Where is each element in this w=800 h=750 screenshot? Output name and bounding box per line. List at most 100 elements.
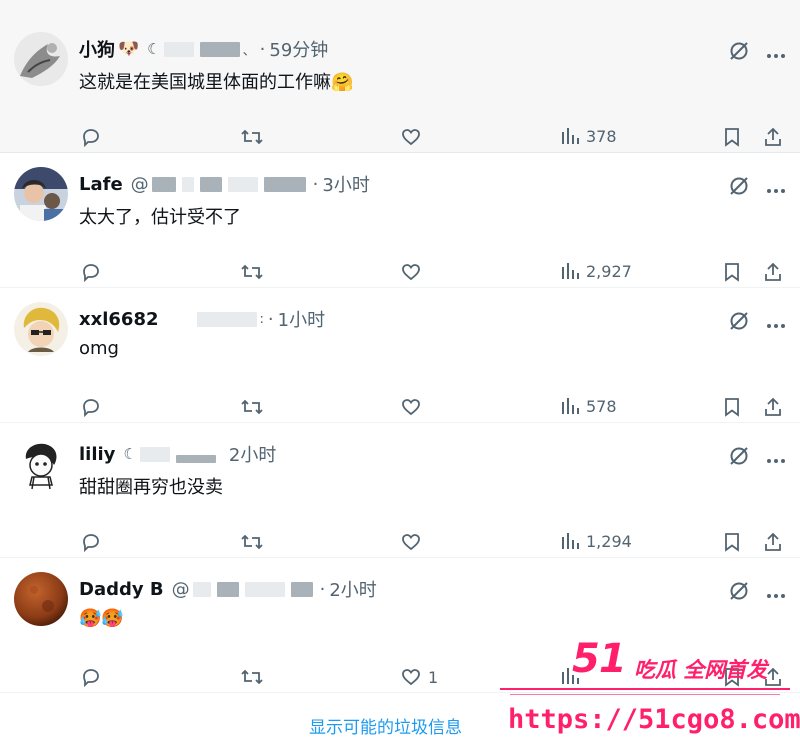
text-emoji: 🥵🥵 [79, 608, 124, 629]
tweet-text-content: 这就是在美国城里体面的工作嘛 [79, 72, 331, 93]
tweet-top-actions [728, 310, 786, 336]
bookmark-button[interactable] [722, 126, 742, 148]
tweet-actions: 1,294 [80, 531, 786, 559]
views-button[interactable]: 378 [560, 126, 617, 146]
watermark-divider [500, 688, 790, 690]
reply-tweet[interactable]: xxl6682 : · 1小时 omg 578 [0, 288, 800, 423]
retweet-icon [241, 399, 263, 415]
views-button[interactable]: 2,927 [560, 261, 632, 281]
reply-button[interactable] [80, 126, 102, 148]
avatar[interactable] [14, 167, 68, 221]
redacted-handle [199, 176, 222, 192]
tweet-time[interactable]: 2小时 [229, 441, 276, 467]
retweet-button[interactable] [240, 261, 264, 283]
view-count: 378 [586, 126, 617, 146]
grok-icon[interactable] [728, 445, 750, 471]
user-name[interactable]: Daddy B [79, 579, 164, 600]
user-name[interactable]: xxl6682 [79, 309, 159, 330]
more-icon[interactable] [766, 179, 786, 198]
user-handle[interactable]: @ [172, 579, 316, 600]
moon-icon: ☾ [123, 445, 137, 463]
retweet-button[interactable] [240, 396, 264, 418]
like-icon [402, 399, 420, 416]
user-handle[interactable]: ☾ 、 [147, 40, 255, 59]
share-button[interactable] [762, 531, 784, 553]
reply-button[interactable] [80, 261, 102, 283]
user-handle[interactable]: : [167, 311, 264, 327]
bookmark-icon [725, 128, 739, 147]
share-button[interactable] [762, 126, 784, 148]
retweet-icon [241, 129, 263, 145]
views-icon [562, 263, 579, 279]
user-handle[interactable]: @ [131, 174, 309, 195]
retweet-icon [241, 669, 263, 685]
feed-top-edge [0, 0, 800, 18]
grok-icon[interactable] [728, 40, 750, 66]
share-button[interactable] [762, 261, 784, 283]
retweet-button[interactable] [240, 126, 264, 148]
bookmark-icon [725, 398, 739, 417]
more-icon[interactable] [766, 584, 786, 603]
grok-icon[interactable] [728, 310, 750, 336]
like-button[interactable]: 1 [400, 666, 438, 688]
like-button[interactable] [400, 261, 428, 283]
bookmark-button[interactable] [722, 261, 742, 283]
bookmark-button[interactable] [722, 531, 742, 553]
reply-tweet[interactable]: liliy ☾ 2小时 甜甜圈再穷也没卖 1,294 [0, 423, 800, 558]
user-name[interactable]: 小狗 [79, 36, 115, 62]
more-icon[interactable] [766, 44, 786, 63]
avatar[interactable] [14, 302, 68, 356]
avatar[interactable] [14, 437, 68, 491]
reply-feed: 小狗 🐶 ☾ 、 · 59分钟 这就是在美国城里体面的工作嘛🤗 378 Lafe… [0, 0, 800, 693]
user-handle[interactable]: ☾ [123, 445, 218, 463]
show-spam-link[interactable]: 显示可能的垃圾信息 [309, 713, 462, 738]
bookmark-button[interactable] [722, 396, 742, 418]
like-button[interactable] [400, 396, 428, 418]
redacted-handle [227, 176, 258, 192]
avatar[interactable] [14, 32, 68, 86]
more-icon[interactable] [766, 314, 786, 333]
handle-prefix: @ [171, 578, 190, 600]
user-name[interactable]: Lafe [79, 174, 123, 195]
tweet-time[interactable]: 3小时 [322, 171, 369, 197]
reply-icon [83, 534, 99, 553]
more-icon[interactable] [766, 449, 786, 468]
share-icon [765, 262, 781, 281]
views-button[interactable]: 578 [560, 396, 617, 416]
like-button[interactable] [400, 531, 428, 553]
like-count: 1 [428, 667, 439, 687]
reply-tweet[interactable]: Lafe @ · 3小时 太大了，估计受不了 2,927 [0, 153, 800, 288]
share-button[interactable] [762, 396, 784, 418]
tweet-time[interactable]: 59分钟 [269, 36, 328, 62]
retweet-button[interactable] [240, 666, 264, 688]
like-button[interactable] [400, 126, 428, 148]
watermark-tagline: 吃瓜 全网首发 [634, 658, 768, 682]
reply-tweet[interactable]: 小狗 🐶 ☾ 、 · 59分钟 这就是在美国城里体面的工作嘛🤗 378 [0, 18, 800, 153]
watermark-url: https://51cgo8.com [508, 704, 800, 735]
grok-icon[interactable] [728, 175, 750, 201]
tweet-text-content: omg [79, 338, 119, 359]
tweet-text: 太大了，估计受不了 [79, 203, 241, 229]
redacted-handle [196, 311, 257, 327]
retweet-button[interactable] [240, 531, 264, 553]
grok-icon[interactable] [728, 580, 750, 606]
watermark-brand: 51 [572, 636, 627, 682]
tweet-time[interactable]: 1小时 [278, 306, 325, 332]
reply-button[interactable] [80, 666, 102, 688]
view-count: 1,294 [586, 531, 632, 551]
reply-button[interactable] [80, 396, 102, 418]
redacted-handle [244, 581, 285, 597]
tweet-header: Daddy B @ · 2小时 [79, 576, 377, 602]
bookmark-icon [725, 533, 739, 552]
redacted-handle [151, 176, 176, 192]
reply-button[interactable] [80, 531, 102, 553]
tweet-header: Lafe @ · 3小时 [79, 171, 370, 197]
user-name[interactable]: liliy [79, 444, 115, 465]
avatar[interactable] [14, 572, 68, 626]
views-button[interactable]: 1,294 [560, 531, 632, 551]
handle-prefix: @ [130, 173, 149, 195]
separator-dot: · [312, 173, 319, 195]
tweet-time[interactable]: 2小时 [329, 576, 376, 602]
tweet-top-actions [728, 40, 786, 66]
view-count: 578 [586, 396, 617, 416]
